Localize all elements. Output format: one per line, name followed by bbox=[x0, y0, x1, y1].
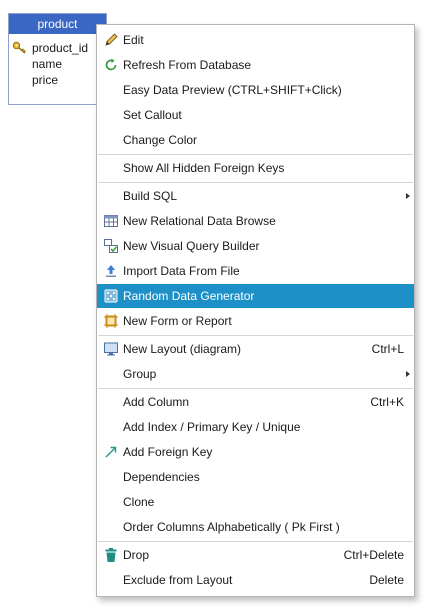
context-menu: Edit Refresh From Database Easy Data Pre… bbox=[96, 24, 415, 597]
menu-item-edit[interactable]: Edit bbox=[97, 28, 414, 52]
menu-item-label: Show All Hidden Foreign Keys bbox=[123, 161, 285, 175]
menu-item-easy-data-preview[interactable]: Easy Data Preview (CTRL+SHIFT+Click) bbox=[97, 78, 414, 102]
menu-item-add-index[interactable]: Add Index / Primary Key / Unique bbox=[97, 415, 414, 439]
menu-item-change-color[interactable]: Change Color bbox=[97, 128, 414, 152]
menu-item-new-visual-query-builder[interactable]: New Visual Query Builder bbox=[97, 234, 414, 258]
column-name[interactable]: name bbox=[32, 57, 62, 71]
menu-item-label: New Form or Report bbox=[123, 314, 232, 328]
column-product-id[interactable]: product_id bbox=[32, 41, 88, 55]
menu-item-label: Order Columns Alphabetically ( Pk First … bbox=[123, 520, 340, 534]
menu-item-drop[interactable]: Drop Ctrl+Delete bbox=[97, 543, 414, 567]
entity-title[interactable]: product bbox=[9, 14, 106, 34]
menu-item-label: Build SQL bbox=[123, 189, 178, 203]
dice-icon bbox=[104, 289, 118, 303]
menu-item-shortcut: Ctrl+L bbox=[371, 342, 404, 356]
menu-item-shortcut: Ctrl+K bbox=[370, 395, 404, 409]
pencil-icon bbox=[105, 33, 118, 46]
import-icon bbox=[106, 265, 116, 277]
menu-item-label: Change Color bbox=[123, 133, 198, 147]
menu-item-label: Import Data From File bbox=[123, 264, 240, 278]
refresh-icon bbox=[105, 58, 117, 71]
menu-item-label: Group bbox=[123, 367, 157, 381]
menu-item-label: Clone bbox=[123, 495, 155, 509]
menu-item-shortcut: Ctrl+Delete bbox=[343, 548, 404, 562]
menu-item-shortcut: Delete bbox=[369, 573, 404, 587]
menu-item-add-foreign-key[interactable]: Add Foreign Key bbox=[97, 440, 414, 464]
menu-item-label: New Layout (diagram) bbox=[123, 342, 242, 356]
submenu-arrow-icon bbox=[406, 193, 410, 199]
table-grid-icon bbox=[104, 215, 118, 227]
menu-item-import-data-from-file[interactable]: Import Data From File bbox=[97, 259, 414, 283]
menu-item-label: Add Column bbox=[123, 395, 190, 409]
column-price[interactable]: price bbox=[32, 73, 58, 87]
menu-item-label: Set Callout bbox=[123, 108, 182, 122]
menu-item-label: Add Index / Primary Key / Unique bbox=[123, 420, 301, 434]
menu-item-build-sql[interactable]: Build SQL bbox=[97, 184, 414, 208]
menu-item-label: Random Data Generator bbox=[123, 289, 255, 303]
menu-separator bbox=[98, 335, 413, 336]
menu-item-label: Easy Data Preview (CTRL+SHIFT+Click) bbox=[123, 83, 342, 97]
menu-item-dependencies[interactable]: Dependencies bbox=[97, 465, 414, 489]
menu-item-show-hidden-foreign-keys[interactable]: Show All Hidden Foreign Keys bbox=[97, 156, 414, 180]
menu-item-label: Dependencies bbox=[123, 470, 200, 484]
menu-separator bbox=[98, 388, 413, 389]
menu-item-new-form-or-report[interactable]: New Form or Report bbox=[97, 309, 414, 333]
menu-separator bbox=[98, 154, 413, 155]
menu-item-group[interactable]: Group bbox=[97, 362, 414, 386]
menu-item-order-columns-alphabetically[interactable]: Order Columns Alphabetically ( Pk First … bbox=[97, 515, 414, 539]
form-icon bbox=[104, 314, 118, 328]
entity-product[interactable]: product product_id name price bbox=[8, 13, 107, 105]
menu-item-label: New Relational Data Browse bbox=[123, 214, 276, 228]
monitor-icon bbox=[104, 342, 118, 356]
foreign-key-arrow-icon bbox=[105, 446, 117, 458]
menu-separator bbox=[98, 541, 413, 542]
menu-item-label: Drop bbox=[123, 548, 150, 562]
primary-key-icon bbox=[12, 41, 26, 54]
trash-icon bbox=[105, 548, 117, 562]
query-builder-icon bbox=[104, 239, 118, 253]
menu-item-label: Refresh From Database bbox=[123, 58, 252, 72]
menu-item-label: New Visual Query Builder bbox=[123, 239, 260, 253]
menu-separator bbox=[98, 182, 413, 183]
menu-item-refresh-from-database[interactable]: Refresh From Database bbox=[97, 53, 414, 77]
menu-item-label: Add Foreign Key bbox=[123, 445, 213, 459]
menu-item-set-callout[interactable]: Set Callout bbox=[97, 103, 414, 127]
menu-item-label: Edit bbox=[123, 33, 144, 47]
submenu-arrow-icon bbox=[406, 371, 410, 377]
menu-item-clone[interactable]: Clone bbox=[97, 490, 414, 514]
menu-item-new-layout[interactable]: New Layout (diagram) Ctrl+L bbox=[97, 337, 414, 361]
menu-item-label: Exclude from Layout bbox=[123, 573, 233, 587]
menu-item-exclude-from-layout[interactable]: Exclude from Layout Delete bbox=[97, 568, 414, 592]
menu-item-new-relational-data-browse[interactable]: New Relational Data Browse bbox=[97, 209, 414, 233]
menu-item-random-data-generator[interactable]: Random Data Generator bbox=[97, 284, 414, 308]
menu-item-add-column[interactable]: Add Column Ctrl+K bbox=[97, 390, 414, 414]
